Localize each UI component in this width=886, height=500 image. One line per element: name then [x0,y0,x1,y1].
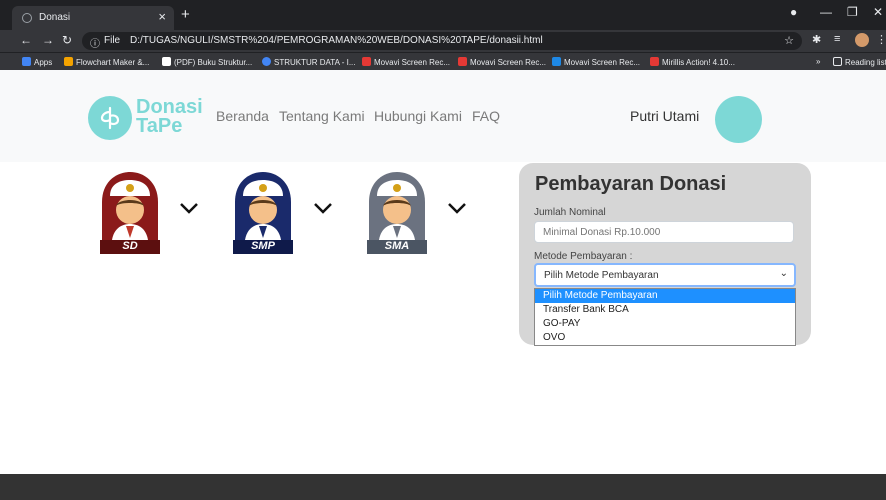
close-window-icon[interactable]: ✕ [873,5,883,19]
method-label: Metode Pembayaran : [534,251,633,262]
profile-avatar[interactable] [855,33,869,47]
address-bar[interactable]: ⓘ File D:/TUGAS/NGULI/SMSTR%204/PEMROGRA… [82,32,802,50]
method-option-gopay[interactable]: GO-PAY [535,317,795,331]
level-smp-avatar[interactable]: SMP [229,170,297,256]
site-navbar: Donasi TaPe Beranda Tentang Kami Hubungi… [0,70,886,162]
bookmark-item[interactable]: Mirillis Action! 4.10... [650,57,735,67]
logo-text[interactable]: Donasi TaPe [136,97,203,136]
level-sd-avatar[interactable]: SD [96,170,164,256]
bookmark-apps[interactable]: Apps [22,57,52,67]
back-icon[interactable]: ← [20,33,32,47]
minimize-icon[interactable]: — [820,5,832,19]
chevron-down-icon: ⌄ [779,268,788,279]
extensions-icon[interactable]: ✱ [812,33,821,46]
apps-icon [22,57,31,66]
level-sma-chevron-icon[interactable] [446,200,468,216]
level-smp-chevron-icon[interactable] [312,200,334,216]
reload-icon[interactable]: ↻ [62,33,72,47]
pdf-icon [162,57,171,66]
donation-hand-icon [100,106,120,130]
bookmark-item[interactable]: Flowchart Maker &... [64,57,149,67]
browser-tab[interactable]: Donasi × [12,6,174,30]
bookmarks-bar: Apps Flowchart Maker &... (PDF) Buku Str… [0,52,886,70]
url-scheme: File [104,35,121,46]
forward-icon[interactable]: → [42,33,54,47]
bookmark-item[interactable]: Movavi Screen Rec... [458,57,546,67]
payment-method-selected: Pilih Metode Pembayaran [544,270,659,281]
movavi-icon [362,57,371,66]
tab-favicon-icon [22,13,32,23]
mirillis-icon [650,57,659,66]
logo-mark[interactable] [88,96,132,140]
movavi-icon [458,57,467,66]
profile-icon[interactable]: ● [790,5,797,19]
tab-close-icon[interactable]: × [158,9,166,24]
info-icon[interactable]: ⓘ [90,35,100,50]
level-sma-avatar[interactable]: SMA [363,170,431,256]
maximize-icon[interactable]: ❐ [847,5,858,19]
google-icon [262,57,271,66]
payment-title: Pembayaran Donasi [535,173,727,195]
payment-method-select[interactable]: Pilih Metode Pembayaran ⌄ [534,263,796,287]
level-sd-label: SD [122,240,138,252]
method-option-ovo[interactable]: OVO [535,331,795,345]
bookmark-item[interactable]: STRUKTUR DATA - I... [262,57,355,67]
payment-method-dropdown: Pilih Metode Pembayaran Transfer Bank BC… [534,288,796,346]
reading-list-icon [833,57,842,66]
menu-dots-icon[interactable]: ⋮ [876,33,886,46]
browser-toolbar: ← → ↻ ⓘ File D:/TUGAS/NGULI/SMSTR%204/PE… [0,30,886,52]
bookmark-star-icon[interactable]: ☆ [784,34,794,47]
amount-label: Jumlah Nominal [534,207,606,218]
tab-title: Donasi [39,12,71,23]
method-option-placeholder[interactable]: Pilih Metode Pembayaran [535,289,795,303]
reading-queue-icon[interactable]: ≡ [834,33,840,45]
new-tab-button[interactable]: + [181,6,190,23]
browser-tab-strip: Donasi × + ● — ❐ ✕ [0,0,886,30]
bookmark-item[interactable]: Movavi Screen Rec... [552,57,640,67]
level-sma-label: SMA [384,240,410,252]
amount-input[interactable] [534,221,794,243]
method-option-bca[interactable]: Transfer Bank BCA [535,303,795,317]
url-path: D:/TUGAS/NGULI/SMSTR%204/PEMROGRAMAN%20W… [130,35,543,46]
movavi-icon [552,57,561,66]
user-avatar[interactable] [715,96,762,143]
reading-list-button[interactable]: Reading list [833,57,886,67]
nav-tentang-kami[interactable]: Tentang Kami [279,108,365,124]
more-bookmarks-icon[interactable]: » [816,57,820,66]
level-sd-chevron-icon[interactable] [178,200,200,216]
bookmark-item[interactable]: Movavi Screen Rec... [362,57,450,67]
nav-beranda[interactable]: Beranda [216,108,269,124]
nav-hubungi-kami[interactable]: Hubungi Kami [374,108,462,124]
bookmark-item[interactable]: (PDF) Buku Struktur... [162,57,252,67]
page-footer [0,474,886,500]
nav-faq[interactable]: FAQ [472,108,500,124]
flowchart-icon [64,57,73,66]
level-smp-label: SMP [251,240,275,252]
user-name: Putri Utami [630,108,700,124]
